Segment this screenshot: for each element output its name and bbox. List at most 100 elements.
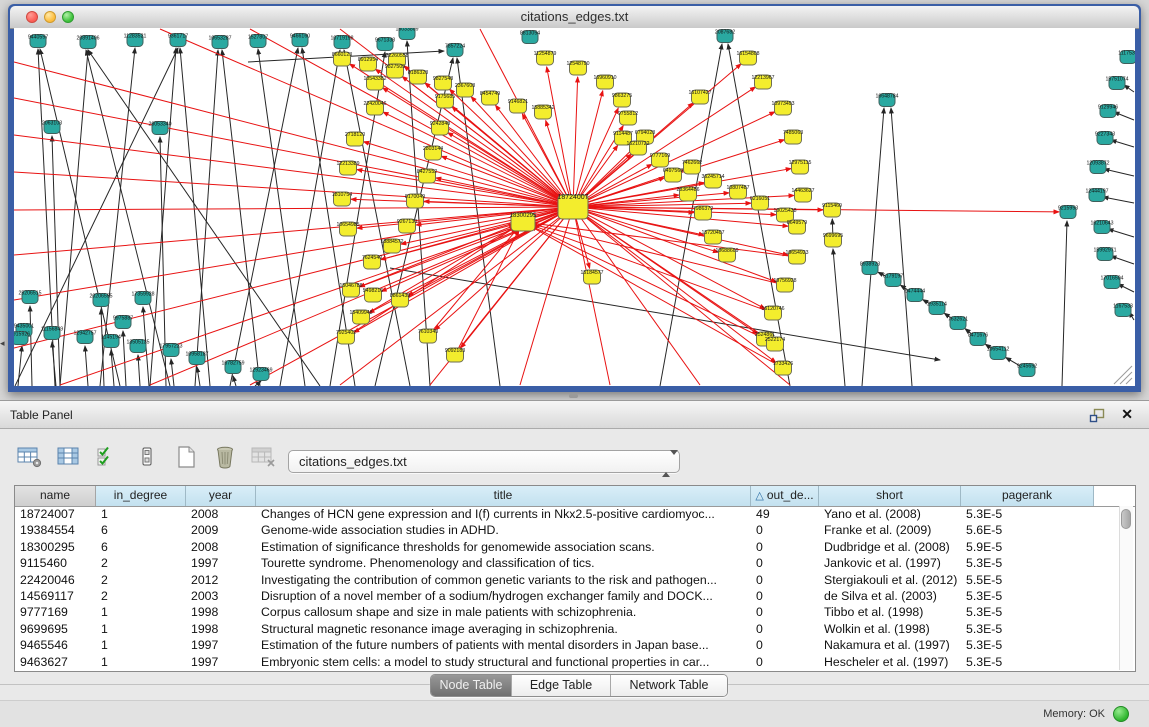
cell-out_de[interactable]: 0 bbox=[751, 637, 819, 653]
cell-out_de[interactable]: 0 bbox=[751, 555, 819, 571]
table-row[interactable]: 1830029562008Estimation of significance … bbox=[15, 539, 1119, 555]
network-canvas[interactable]: 9440557208914061128352193617171065328715… bbox=[14, 28, 1135, 386]
cell-pagerank[interactable]: 5.9E-5 bbox=[961, 539, 1094, 555]
table-row[interactable]: 946554611997Estimation of the future num… bbox=[15, 637, 1119, 653]
table-row[interactable]: 1872400712008Changes of HCN gene express… bbox=[15, 506, 1119, 522]
cell-title[interactable]: Changes of HCN gene expression and I(f) … bbox=[256, 506, 751, 522]
cell-pagerank[interactable]: 5.5E-5 bbox=[961, 572, 1094, 588]
cell-in_degree[interactable]: 2 bbox=[96, 588, 186, 604]
apply-checks-button[interactable] bbox=[94, 443, 122, 471]
cell-year[interactable]: 2009 bbox=[186, 522, 256, 538]
cell-short[interactable]: Yano et al. (2008) bbox=[819, 506, 961, 522]
cell-year[interactable]: 1997 bbox=[186, 555, 256, 571]
cell-year[interactable]: 2008 bbox=[186, 539, 256, 555]
canvas-resize-grip[interactable] bbox=[1120, 372, 1132, 384]
table-row[interactable]: 2242004622012Investigating the contribut… bbox=[15, 572, 1119, 588]
cell-year[interactable]: 1997 bbox=[186, 654, 256, 670]
cell-short[interactable]: Hescheler et al. (1997) bbox=[819, 654, 961, 670]
cell-pagerank[interactable]: 5.3E-5 bbox=[961, 588, 1094, 604]
cell-year[interactable]: 1997 bbox=[186, 637, 256, 653]
panel-collapse-arrow[interactable]: ◂ bbox=[0, 338, 5, 349]
cell-name[interactable]: 9777169 bbox=[15, 604, 96, 620]
table-scrollbar-thumb[interactable] bbox=[1121, 509, 1131, 529]
cell-short[interactable]: de Silva et al. (2003) bbox=[819, 588, 961, 604]
cell-short[interactable]: Stergiakouli et al. (2012) bbox=[819, 572, 961, 588]
cell-title[interactable]: Tourette syndrome. Phenomenology and cla… bbox=[256, 555, 751, 571]
cell-name[interactable]: 9465546 bbox=[15, 637, 96, 653]
cell-pagerank[interactable]: 5.3E-5 bbox=[961, 637, 1094, 653]
table-row[interactable]: 1456911722003Disruption of a novel membe… bbox=[15, 588, 1119, 604]
cell-year[interactable]: 1998 bbox=[186, 621, 256, 637]
cell-name[interactable]: 9115460 bbox=[15, 555, 96, 571]
cell-short[interactable]: Franke et al. (2009) bbox=[819, 522, 961, 538]
column-header-out_de[interactable]: △out_de... bbox=[751, 486, 819, 506]
cell-in_degree[interactable]: 1 bbox=[96, 506, 186, 522]
cell-out_de[interactable]: 0 bbox=[751, 539, 819, 555]
create-column-button[interactable] bbox=[172, 443, 200, 471]
table-row[interactable]: 969969511998Structural magnetic resonanc… bbox=[15, 621, 1119, 637]
cell-year[interactable]: 1998 bbox=[186, 604, 256, 620]
table-row[interactable]: 911546021997Tourette syndrome. Phenomeno… bbox=[15, 555, 1119, 571]
column-header-pagerank[interactable]: pagerank bbox=[961, 486, 1094, 506]
column-header-year[interactable]: year bbox=[186, 486, 256, 506]
table-row[interactable]: 977716911998Corpus callosum shape and si… bbox=[15, 604, 1119, 620]
cell-pagerank[interactable]: 5.3E-5 bbox=[961, 621, 1094, 637]
cell-in_degree[interactable]: 1 bbox=[96, 637, 186, 653]
cell-short[interactable]: Jankovic et al. (1997) bbox=[819, 555, 961, 571]
cell-pagerank[interactable]: 5.6E-5 bbox=[961, 522, 1094, 538]
table-row[interactable]: 946362711997Embryonic stem cells: a mode… bbox=[15, 654, 1119, 670]
cell-title[interactable]: Investigating the contribution of common… bbox=[256, 572, 751, 588]
cell-out_de[interactable]: 0 bbox=[751, 572, 819, 588]
cell-in_degree[interactable]: 1 bbox=[96, 654, 186, 670]
cell-name[interactable]: 19384554 bbox=[15, 522, 96, 538]
cell-name[interactable]: 14569117 bbox=[15, 588, 96, 604]
cell-short[interactable]: Dudbridge et al. (2008) bbox=[819, 539, 961, 555]
cell-short[interactable]: Tibbo et al. (1998) bbox=[819, 604, 961, 620]
clear-selection-button[interactable] bbox=[133, 443, 161, 471]
tab-node-table[interactable]: Node Table bbox=[431, 675, 511, 696]
cell-out_de[interactable]: 0 bbox=[751, 522, 819, 538]
panel-divider-handle[interactable] bbox=[569, 394, 578, 398]
cell-short[interactable]: Nakamura et al. (1997) bbox=[819, 637, 961, 653]
cell-out_de[interactable]: 0 bbox=[751, 621, 819, 637]
network-graph[interactable]: 9440557208914061128352193617171065328715… bbox=[14, 28, 1135, 386]
cell-in_degree[interactable]: 6 bbox=[96, 522, 186, 538]
canvas-resize-grip[interactable] bbox=[1126, 378, 1132, 384]
tab-network-table[interactable]: Network Table bbox=[610, 675, 727, 696]
table-source-select[interactable]: citations_edges.txt bbox=[288, 450, 680, 473]
cell-year[interactable]: 2012 bbox=[186, 572, 256, 588]
table-scrollbar[interactable] bbox=[1119, 506, 1133, 670]
network-window-titlebar[interactable]: citations_edges.txt bbox=[10, 6, 1139, 29]
cell-title[interactable]: Estimation of significance thresholds fo… bbox=[256, 539, 751, 555]
float-panel-icon[interactable] bbox=[1089, 408, 1105, 423]
cell-title[interactable]: Structural magnetic resonance image aver… bbox=[256, 621, 751, 637]
cell-pagerank[interactable]: 5.3E-5 bbox=[961, 555, 1094, 571]
cell-pagerank[interactable]: 5.3E-5 bbox=[961, 506, 1094, 522]
select-columns-button[interactable] bbox=[55, 443, 83, 471]
table-mode-button[interactable] bbox=[16, 443, 44, 471]
cell-out_de[interactable]: 49 bbox=[751, 506, 819, 522]
cell-in_degree[interactable]: 6 bbox=[96, 539, 186, 555]
cell-title[interactable]: Estimation of the future numbers of pati… bbox=[256, 637, 751, 653]
cell-name[interactable]: 9463627 bbox=[15, 654, 96, 670]
delete-columns-button[interactable] bbox=[211, 443, 239, 471]
memory-status-indicator[interactable] bbox=[1113, 706, 1129, 722]
cell-in_degree[interactable]: 1 bbox=[96, 604, 186, 620]
cell-name[interactable]: 22420046 bbox=[15, 572, 96, 588]
cell-year[interactable]: 2003 bbox=[186, 588, 256, 604]
cell-out_de[interactable]: 0 bbox=[751, 604, 819, 620]
cell-in_degree[interactable]: 2 bbox=[96, 572, 186, 588]
cell-in_degree[interactable]: 2 bbox=[96, 555, 186, 571]
table-row[interactable]: 1938455462009Genome-wide association stu… bbox=[15, 522, 1119, 538]
column-header-title[interactable]: title bbox=[256, 486, 751, 506]
cell-out_de[interactable]: 0 bbox=[751, 654, 819, 670]
cell-pagerank[interactable]: 5.3E-5 bbox=[961, 654, 1094, 670]
tab-edge-table[interactable]: Edge Table bbox=[511, 675, 610, 696]
close-panel-icon[interactable]: ✕ bbox=[1121, 406, 1133, 423]
cell-short[interactable]: Wolkin et al. (1998) bbox=[819, 621, 961, 637]
column-header-short[interactable]: short bbox=[819, 486, 961, 506]
cell-year[interactable]: 2008 bbox=[186, 506, 256, 522]
cell-in_degree[interactable]: 1 bbox=[96, 621, 186, 637]
cell-title[interactable]: Corpus callosum shape and size in male p… bbox=[256, 604, 751, 620]
cell-title[interactable]: Genome-wide association studies in ADHD. bbox=[256, 522, 751, 538]
